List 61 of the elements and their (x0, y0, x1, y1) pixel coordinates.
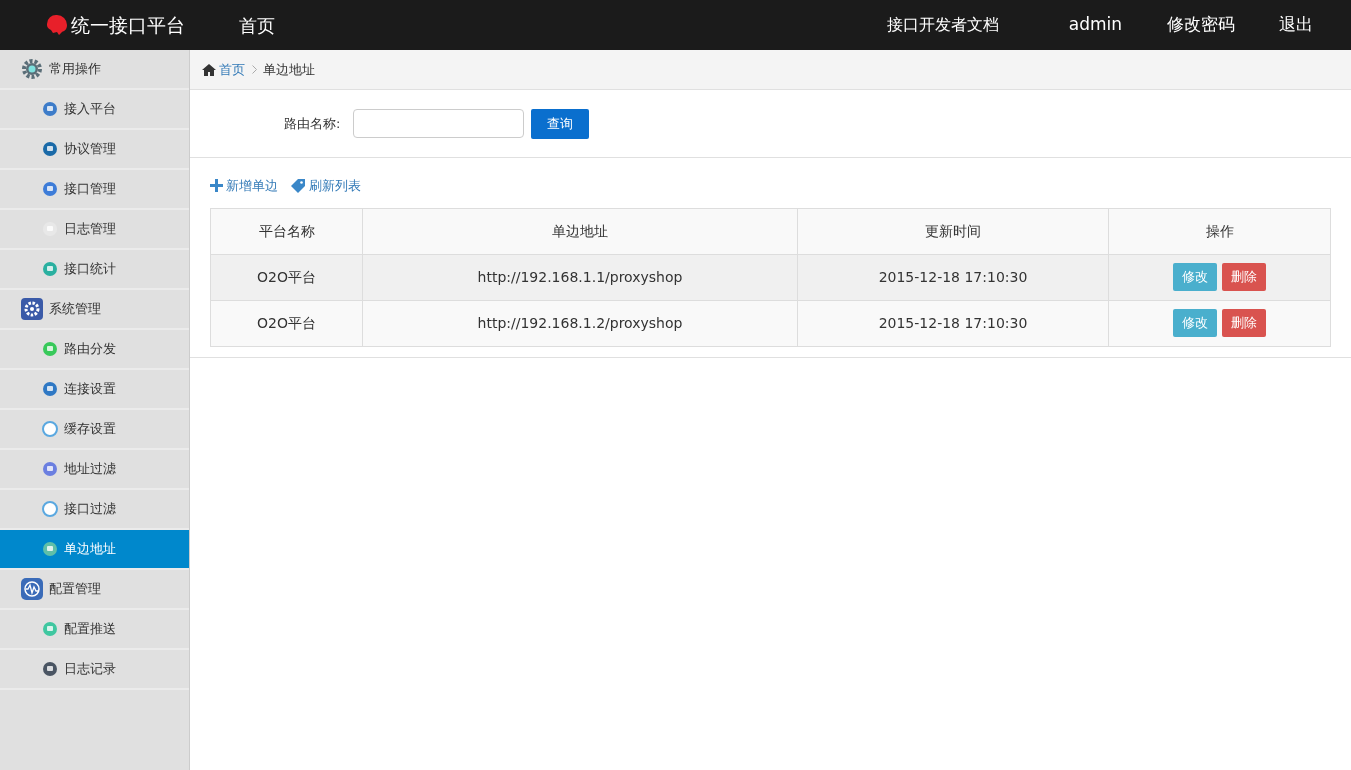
sidebar-item[interactable]: 接入平台 (0, 90, 189, 130)
menu-icon (42, 381, 58, 397)
menu-icon (42, 501, 58, 517)
delete-button[interactable]: 删除 (1221, 309, 1266, 337)
menu-icon (42, 421, 58, 437)
table-cell: O2O平台 (210, 300, 363, 346)
sidebar-item[interactable]: 接口管理 (0, 170, 189, 210)
table-cell: http://192.168.1.1/proxyshop (362, 254, 798, 300)
brand-title: 统一接口平台 (71, 12, 186, 38)
sidebar-item[interactable]: 单边地址 (0, 530, 189, 570)
menu-icon (42, 621, 58, 637)
column-header: 单边地址 (362, 208, 798, 254)
table-cell: http://192.168.1.2/proxyshop (362, 300, 798, 346)
menu-icon (42, 101, 58, 117)
nav-link[interactable]: 首页 (239, 11, 276, 39)
table-cell: O2O平台 (210, 254, 363, 300)
gear-icon (21, 58, 43, 80)
sidebar-group[interactable]: 配置管理 (0, 570, 189, 610)
sidebar-item[interactable]: 缓存设置 (0, 410, 189, 450)
sidebar-item[interactable]: 日志记录 (0, 650, 189, 690)
sidebar-item[interactable]: 地址过滤 (0, 450, 189, 490)
plus-icon (210, 179, 223, 193)
nav-link[interactable]: 接口开发者文档 (886, 13, 999, 37)
delete-button[interactable]: 删除 (1221, 263, 1266, 291)
menu-icon (42, 661, 58, 677)
menu-icon (42, 181, 58, 197)
column-header: 更新时间 (797, 208, 1109, 254)
sidebar-item[interactable]: 连接设置 (0, 370, 189, 410)
home-icon (202, 63, 216, 76)
sidebar-item[interactable]: 配置推送 (0, 610, 189, 650)
route-name-field[interactable] (353, 109, 525, 138)
logo-icon (46, 14, 68, 36)
sidebar-item[interactable]: 日志管理 (0, 210, 189, 250)
chevron-icon (251, 65, 257, 74)
column-header: 操作 (1108, 208, 1331, 254)
query-button[interactable]: 查询 (530, 108, 589, 139)
menu-icon (42, 541, 58, 557)
menu-icon (42, 461, 58, 477)
sidebar-group[interactable]: 常用操作 (0, 50, 189, 90)
sidebar-item[interactable]: 接口统计 (0, 250, 189, 290)
add-link[interactable]: 新增单边 (210, 176, 279, 196)
table-cell: 2015-12-18 17:10:30 (797, 254, 1109, 300)
menu-icon (42, 141, 58, 157)
breadcrumb-link[interactable]: 首页 (219, 59, 246, 80)
menu-icon (42, 221, 58, 237)
column-header: 平台名称 (210, 208, 363, 254)
nav-link[interactable]: 修改密码 (1167, 12, 1235, 38)
waveform-icon (21, 578, 43, 600)
nav-link[interactable]: 退出 (1279, 12, 1313, 38)
table-cell: 2015-12-18 17:10:30 (797, 300, 1109, 346)
menu-icon (42, 341, 58, 357)
tag-icon (291, 178, 306, 193)
sidebar-item[interactable]: 协议管理 (0, 130, 189, 170)
menu-icon (42, 261, 58, 277)
sidebar-group[interactable]: 系统管理 (0, 290, 189, 330)
gear-icon (21, 298, 43, 320)
breadcrumb-current: 单边地址 (263, 60, 316, 79)
nav-link[interactable]: admin (1068, 12, 1122, 38)
refresh-link[interactable]: 刷新列表 (291, 176, 361, 196)
field-label: 路由名称: (284, 114, 341, 133)
sidebar-item[interactable]: 路由分发 (0, 330, 189, 370)
